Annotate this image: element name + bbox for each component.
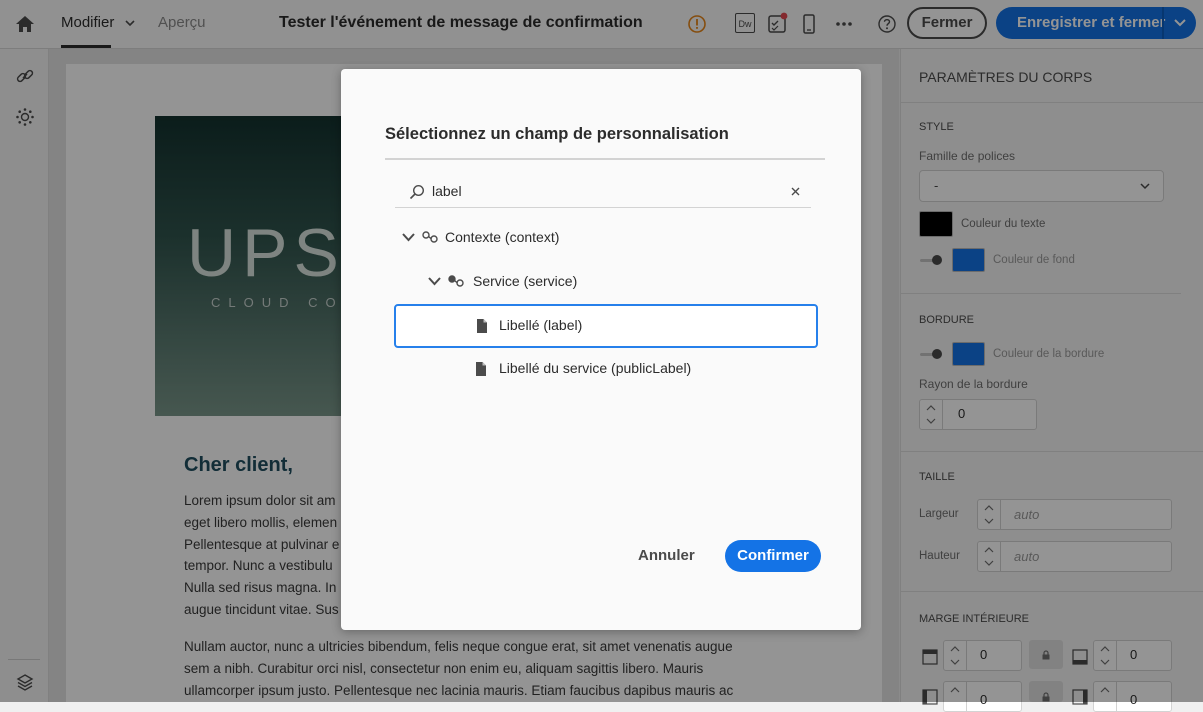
tree-item-label: Service (service) [473, 273, 578, 289]
object-node-icon [448, 275, 464, 287]
tree-item-public-label-field[interactable]: Libellé du service (publicLabel) [395, 353, 815, 383]
chevron-down-icon[interactable] [428, 277, 441, 286]
divider [385, 158, 825, 160]
confirm-button[interactable]: Confirmer [725, 540, 821, 572]
tree-item-label-field[interactable]: Libellé (label) [394, 304, 818, 348]
object-node-icon [422, 231, 438, 243]
personalization-dialog: Sélectionnez un champ de personnalisatio… [341, 69, 861, 630]
search-input[interactable]: label [432, 183, 462, 199]
cancel-button[interactable]: Annuler [638, 547, 695, 564]
tree-item-label: Libellé (label) [499, 317, 583, 333]
search-field[interactable]: label [395, 177, 811, 208]
search-icon [409, 184, 425, 200]
tree-item-service[interactable]: Service (service) [423, 266, 815, 296]
dialog-title: Sélectionnez un champ de personnalisatio… [385, 125, 729, 143]
chevron-down-icon[interactable] [402, 233, 415, 242]
tree-item-context[interactable]: Contexte (context) [395, 222, 815, 252]
tree-item-label: Libellé du service (publicLabel) [499, 360, 692, 376]
field-document-icon [477, 319, 487, 333]
tree-item-label: Contexte (context) [445, 229, 560, 245]
field-document-icon [476, 362, 486, 376]
clear-icon[interactable] [791, 187, 800, 196]
